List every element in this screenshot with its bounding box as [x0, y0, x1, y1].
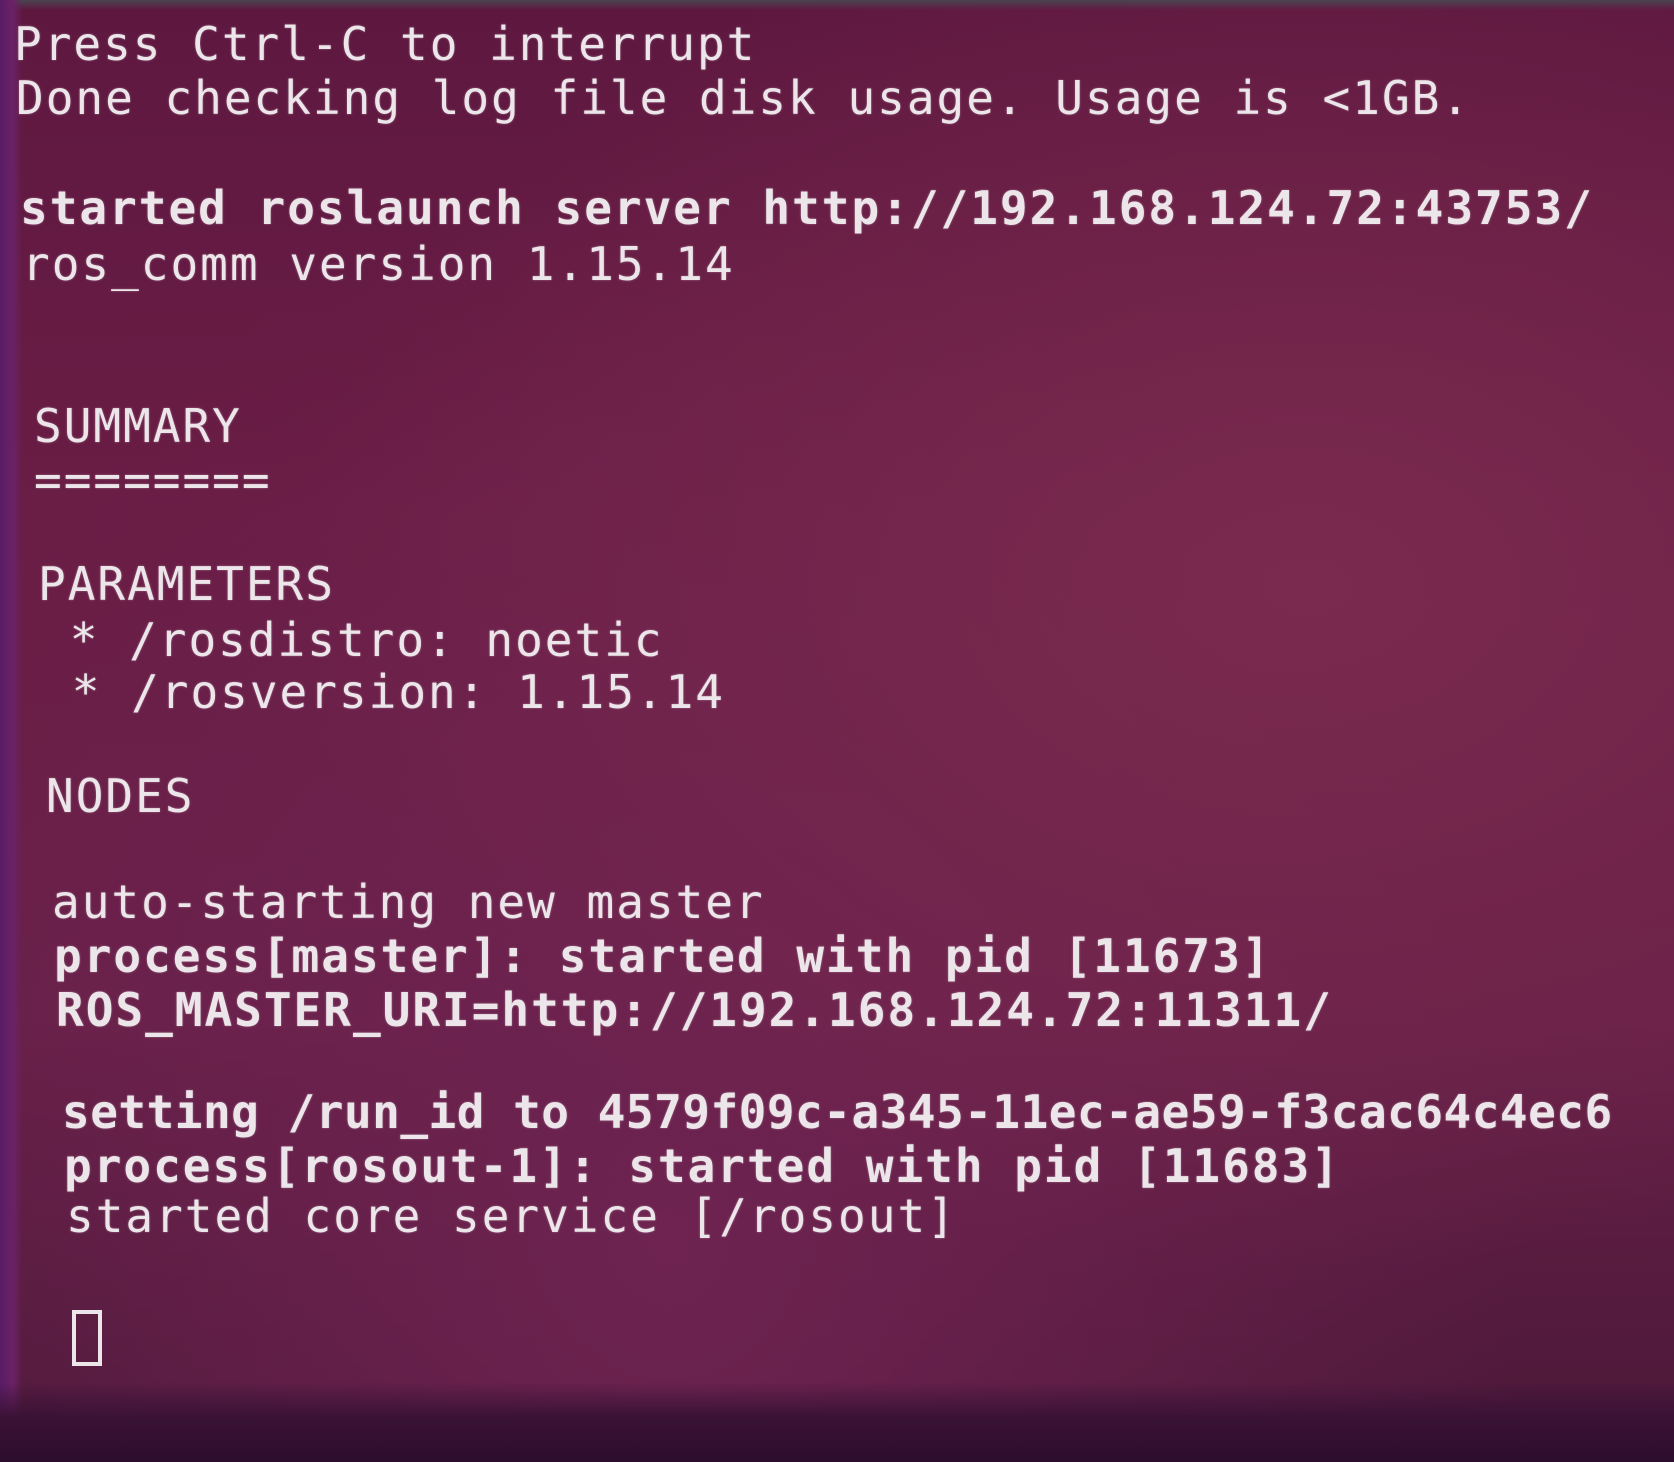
terminal-line-ros-comm-version: ros_comm version 1.15.14	[22, 237, 735, 291]
summary-underline: ========	[34, 453, 272, 507]
terminal-line-master-uri: ROS_MASTER_URI=http://192.168.124.72:113…	[56, 983, 1333, 1037]
terminal-line-interrupt-hint: Press Ctrl-C to interrupt	[14, 17, 757, 71]
parameters-heading: PARAMETERS	[38, 557, 335, 611]
terminal-window[interactable]: Press Ctrl-C to interrupt Done checking …	[0, 0, 1674, 1462]
window-bottom-edge	[0, 1382, 1674, 1462]
terminal-line-disk-usage: Done checking log file disk usage. Usage…	[16, 71, 1472, 125]
terminal-line-run-id: setting /run_id to 4579f09c-a345-11ec-ae…	[62, 1085, 1613, 1139]
terminal-line-rosout-process: process[rosout-1]: started with pid [116…	[64, 1139, 1341, 1193]
parameter-rosversion: * /rosversion: 1.15.14	[42, 665, 725, 719]
terminal-line-core-service: started core service [/rosout]	[66, 1189, 957, 1243]
terminal-line-master-process: process[master]: started with pid [11673…	[54, 929, 1272, 983]
summary-heading: SUMMARY	[34, 399, 242, 453]
nodes-heading: NODES	[46, 769, 195, 823]
terminal-line-roslaunch-server: started roslaunch server http://192.168.…	[20, 181, 1594, 235]
terminal-line-auto-start-master: auto-starting new master	[52, 875, 765, 929]
terminal-cursor	[72, 1310, 102, 1366]
parameter-rosdistro: * /rosdistro: noetic	[40, 613, 664, 667]
terminal-output[interactable]: Press Ctrl-C to interrupt Done checking …	[0, 0, 1674, 1462]
